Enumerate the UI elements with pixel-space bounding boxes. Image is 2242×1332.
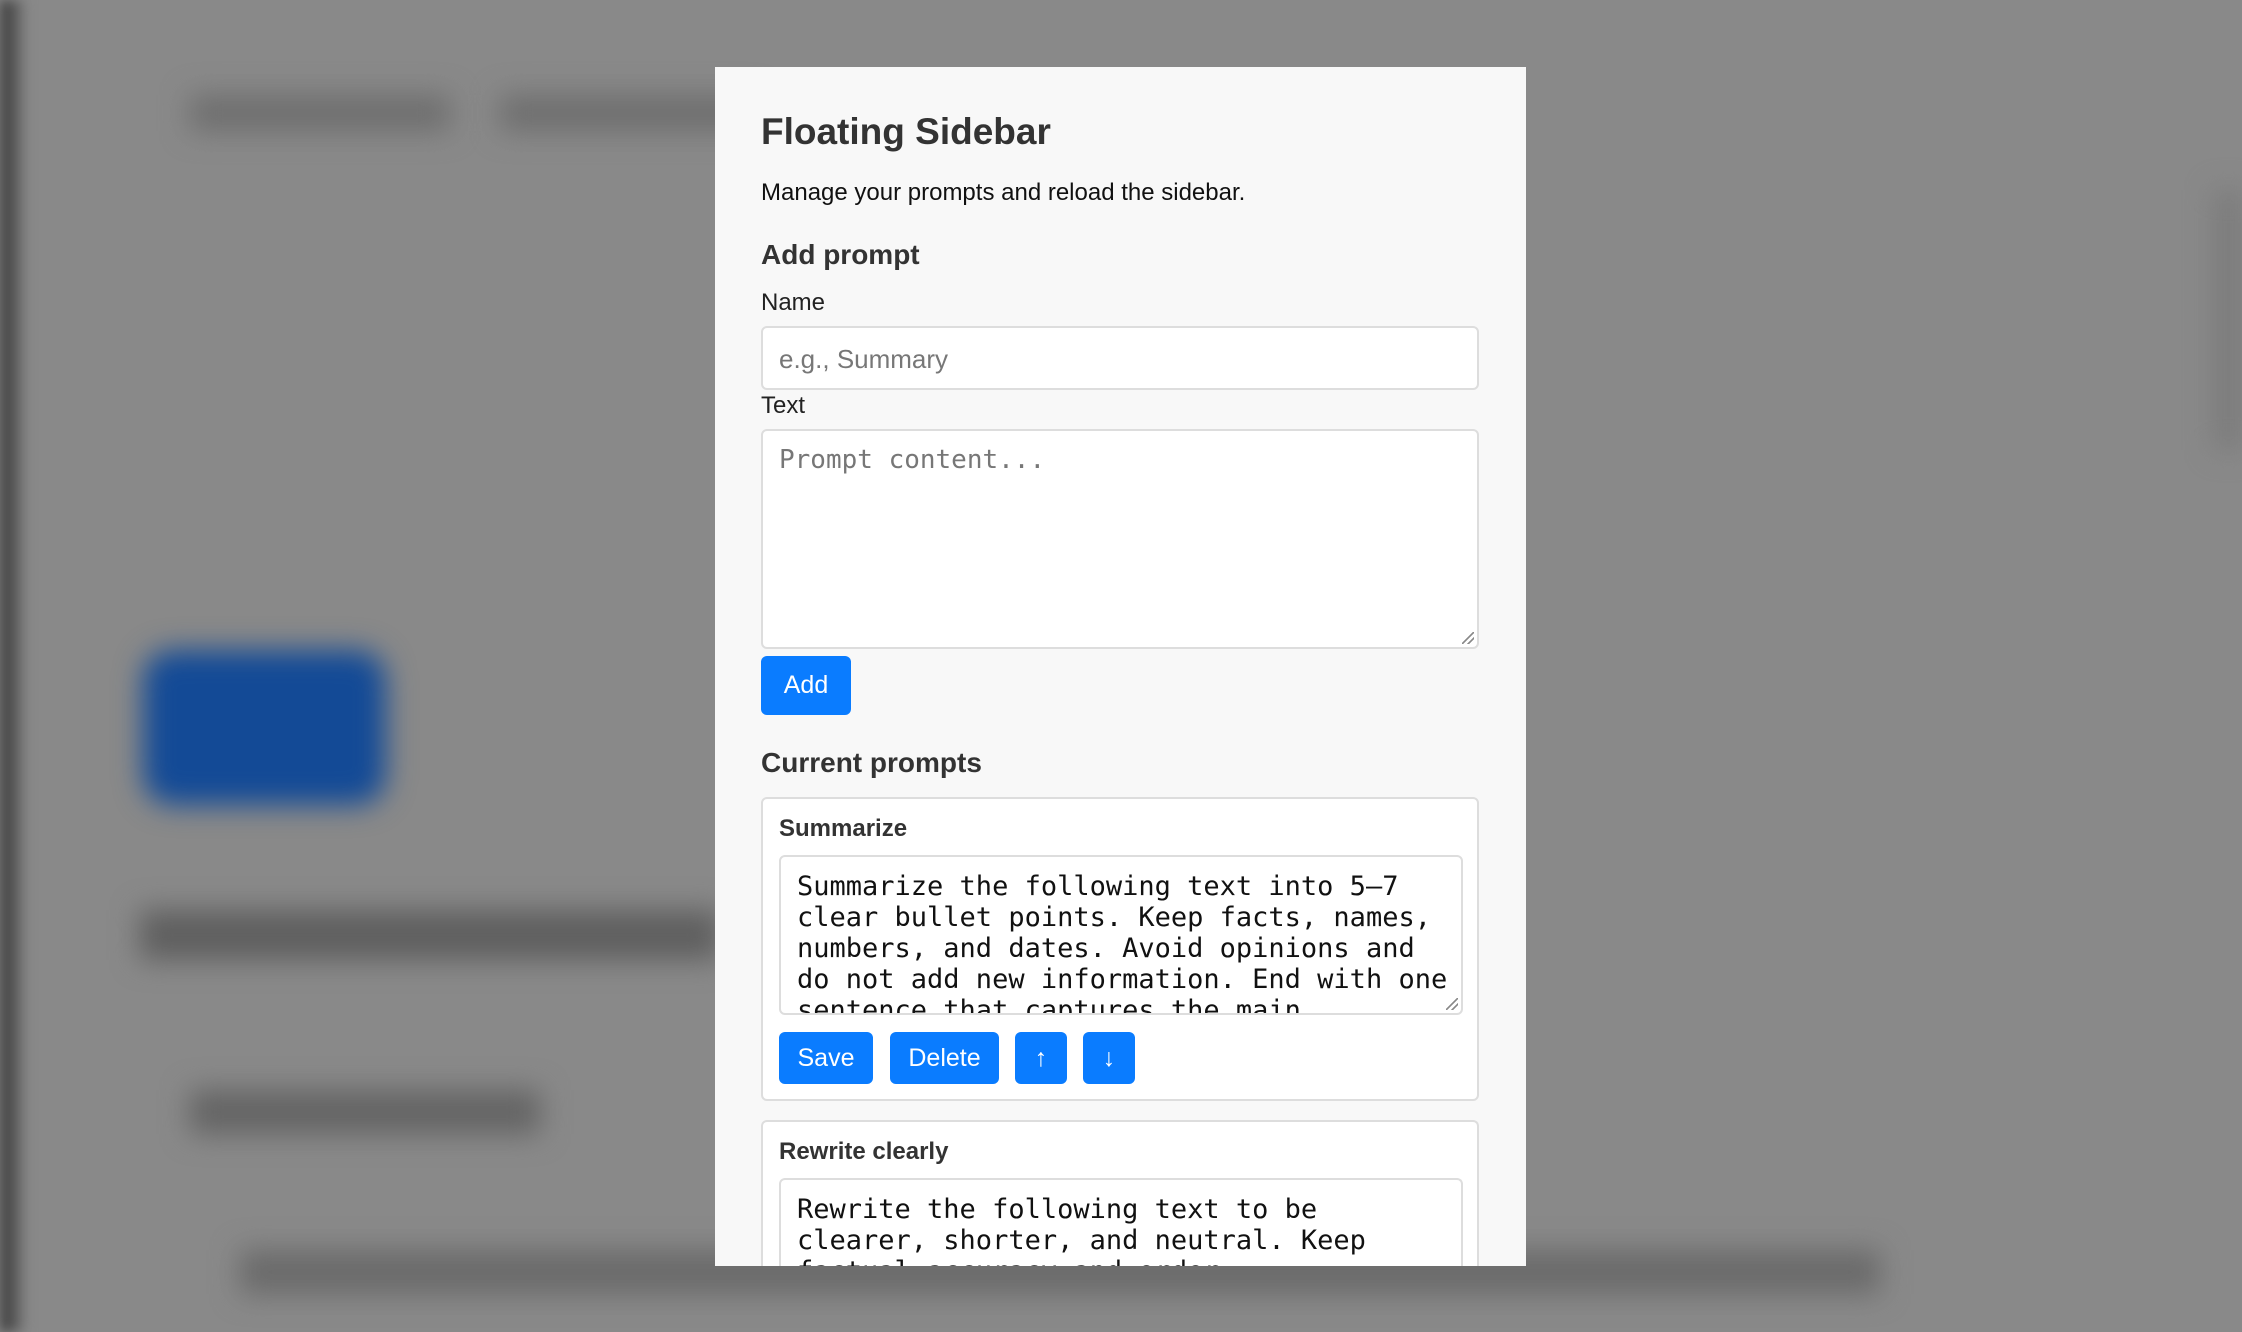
blurred-scrollbar [2215, 190, 2242, 450]
text-placeholder: Prompt content... [779, 445, 1046, 475]
resize-handle-icon[interactable] [1446, 998, 1458, 1010]
prompt-text: Summarize the following text into 5–7 cl… [797, 871, 1448, 1015]
page-title: Floating Sidebar [761, 111, 1051, 152]
move-down-button[interactable]: ↓ [1083, 1032, 1135, 1084]
prompt-name: Rewrite clearly [779, 1138, 949, 1165]
window-edge-shadow [0, 0, 24, 1332]
current-prompts-heading: Current prompts [761, 747, 982, 778]
save-button[interactable]: Save [779, 1032, 873, 1084]
text-label: Text [761, 392, 806, 419]
prompt-text: Rewrite the following text to be clearer… [797, 1194, 1366, 1266]
delete-button[interactable]: Delete [890, 1032, 999, 1084]
resize-handle-icon[interactable] [1462, 632, 1474, 644]
blurred-heading [140, 910, 720, 960]
move-up-button[interactable]: ↑ [1015, 1032, 1067, 1084]
blurred-card-title [190, 1090, 540, 1134]
name-placeholder: e.g., Summary [779, 344, 949, 374]
prompt-text-editor[interactable]: Summarize the following text into 5–7 cl… [779, 855, 1463, 1015]
blurred-heading [190, 95, 450, 131]
prompt-text-editor[interactable]: Rewrite the following text to be clearer… [779, 1178, 1463, 1266]
prompt-card: Summarize Summarize the following text i… [761, 797, 1479, 1101]
page-subtitle: Manage your prompts and reload the sideb… [761, 179, 1246, 206]
blurred-add-button [143, 650, 386, 805]
prompt-card: Rewrite clearly Rewrite the following te… [761, 1120, 1479, 1266]
floating-sidebar-settings-panel: Floating Sidebar Manage your prompts and… [715, 67, 1526, 1266]
prompt-text-input[interactable]: Prompt content... [761, 429, 1479, 649]
prompt-name: Summarize [779, 815, 908, 842]
name-input[interactable]: e.g., Summary [761, 326, 1479, 390]
add-prompt-heading: Add prompt [761, 239, 920, 270]
name-label: Name [761, 289, 826, 316]
add-button[interactable]: Add [761, 656, 851, 715]
